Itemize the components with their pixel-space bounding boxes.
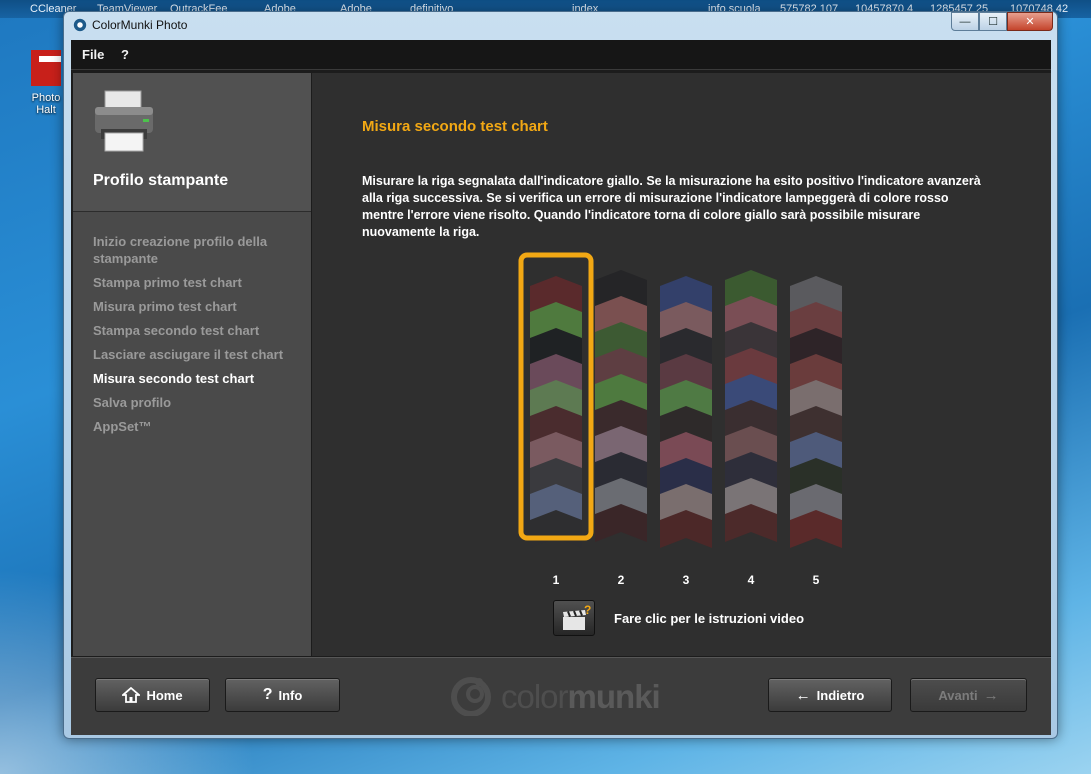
sidebar-title: Profilo stampante <box>93 172 229 189</box>
wizard-step: Inizio creazione profilo della stampante <box>93 234 268 266</box>
test-chart-rows <box>518 252 842 548</box>
home-button-label: Home <box>146 687 183 703</box>
wizard-footer: Home ? Info colormunki ← Indietro Avanti <box>71 657 1051 735</box>
menu-bar: File ? <box>71 40 1051 70</box>
test-row-1 <box>530 276 582 548</box>
clapperboard-icon: ? <box>563 603 591 630</box>
next-button[interactable]: Avanti → <box>910 678 1027 712</box>
menu-help[interactable]: ? <box>121 47 129 62</box>
arrow-right-icon: → <box>983 686 999 704</box>
info-button-label: Info <box>278 687 303 703</box>
printer-icon <box>95 90 153 152</box>
wizard-step: Misura primo test chart <box>93 299 237 314</box>
desktop-shortcut[interactable]: Photo Halt <box>26 50 66 116</box>
app-window: ColorMunki Photo — ☐ ✕ File ? Profilo st… <box>63 11 1058 739</box>
test-row-2 <box>595 270 647 542</box>
logo-text-munki: munki <box>567 678 661 715</box>
colormunki-app-icon <box>73 18 87 32</box>
wizard-steps: Inizio creazione profilo della stampante… <box>93 233 303 442</box>
home-icon <box>122 687 141 703</box>
wizard-step: Misura secondo test chart <box>93 371 255 386</box>
row-number-label: 4 <box>747 573 755 587</box>
app-client-area: File ? Profilo stampante Inizio creazion… <box>71 40 1051 735</box>
colormunki-logo: colormunki <box>449 674 673 717</box>
test-row-5 <box>790 276 842 548</box>
back-button-label: Indietro <box>816 687 865 703</box>
desktop-shortcut-label: Photo Halt <box>31 92 61 116</box>
row-number-label: 2 <box>617 573 625 587</box>
sidebar-header: Profilo stampante <box>73 73 311 212</box>
wizard-step: Stampa secondo test chart <box>93 323 260 338</box>
back-button[interactable]: ← Indietro <box>768 678 892 712</box>
question-icon: ? <box>262 686 273 703</box>
wizard-step: Stampa primo test chart <box>93 275 242 290</box>
maximize-button[interactable]: ☐ <box>979 12 1007 31</box>
minimize-button[interactable]: — <box>951 12 979 31</box>
close-button[interactable]: ✕ <box>1007 12 1053 31</box>
svg-text:?: ? <box>584 603 591 617</box>
title-bar[interactable]: ColorMunki Photo — ☐ ✕ <box>64 12 1057 38</box>
window-controls: — ☐ ✕ <box>951 12 1053 32</box>
row-number-label: 1 <box>552 573 560 587</box>
row-number-label: 5 <box>812 573 820 587</box>
next-button-label: Avanti <box>938 687 978 703</box>
colormunki-logo-icon <box>451 677 491 717</box>
video-instructions-button[interactable]: ? <box>553 600 595 636</box>
wizard-step: AppSet™ <box>93 419 152 434</box>
wizard-step: Lasciare asciugare il test chart <box>93 347 284 362</box>
main-panel: Misura secondo test chart Misurare la ri… <box>312 73 1051 656</box>
logo-text-color: color <box>501 678 569 715</box>
info-button[interactable]: ? Info <box>225 678 340 712</box>
home-button[interactable]: Home <box>95 678 210 712</box>
window-title: ColorMunki Photo <box>92 18 188 32</box>
test-row-3 <box>660 276 712 548</box>
arrow-left-icon: ← <box>795 686 811 704</box>
menu-file[interactable]: File <box>82 47 104 62</box>
wizard-sidebar: Profilo stampante Inizio creazione profi… <box>73 73 311 656</box>
row-number-label: 3 <box>682 573 690 587</box>
video-instructions-label[interactable]: Fare clic per le istruzioni video <box>614 611 804 626</box>
app-shortcut-icon <box>31 50 61 86</box>
wizard-step: Salva profilo <box>93 395 172 410</box>
test-row-4 <box>725 270 777 542</box>
